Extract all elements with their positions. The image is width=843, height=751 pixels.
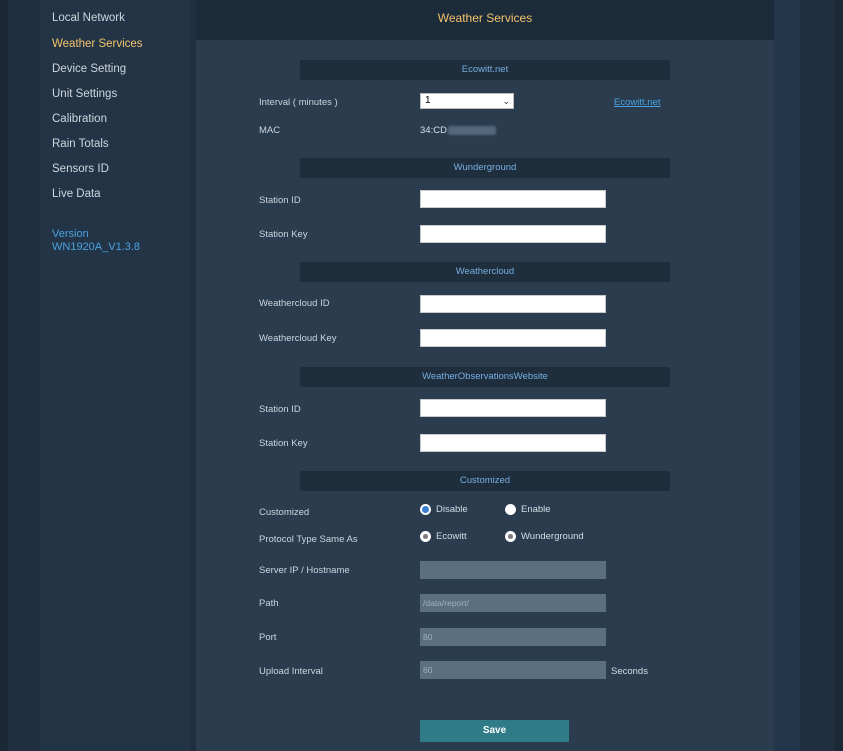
radio-disabled-icon bbox=[420, 531, 431, 542]
wow-station-id-label: Station ID bbox=[259, 404, 301, 415]
wc-key-input[interactable] bbox=[420, 329, 606, 347]
wu-station-key-input[interactable] bbox=[420, 225, 606, 243]
upload-interval-input[interactable]: 60 bbox=[420, 661, 606, 679]
protocol-label: Protocol Type Same As bbox=[259, 534, 358, 545]
sidebar-item-calibration[interactable]: Calibration bbox=[52, 113, 107, 125]
firmware-version: Version WN1920A_V1.3.8 bbox=[52, 228, 140, 254]
radio-disabled-icon bbox=[505, 531, 516, 542]
wow-station-key-label: Station Key bbox=[259, 438, 308, 449]
wunderground-label: Wunderground bbox=[521, 531, 584, 542]
sidebar-item-sensors-id[interactable]: Sensors ID bbox=[52, 163, 109, 175]
port-label: Port bbox=[259, 632, 277, 643]
section-wunderground-header: Wunderground bbox=[300, 158, 670, 178]
chevron-down-icon: ⌄ bbox=[502, 96, 510, 106]
mac-prefix: 34:CD bbox=[420, 125, 447, 136]
enable-label: Enable bbox=[521, 504, 551, 515]
upload-interval-label: Upload Interval bbox=[259, 666, 323, 677]
path-input[interactable]: /data/report/ bbox=[420, 594, 606, 612]
customized-disable-radio[interactable]: Disable bbox=[420, 504, 468, 515]
section-ecowitt-header: Ecowitt.net bbox=[300, 60, 670, 80]
sidebar-item-local-network[interactable]: Local Network bbox=[52, 12, 125, 24]
protocol-wunderground-radio[interactable]: Wunderground bbox=[505, 531, 584, 542]
page-title: Weather Services bbox=[437, 11, 533, 25]
customized-enable-radio[interactable]: Enable bbox=[505, 504, 551, 515]
disable-label: Disable bbox=[436, 504, 468, 515]
customized-label: Customized bbox=[259, 507, 310, 518]
radio-selected-icon bbox=[420, 504, 431, 515]
server-label: Server IP / Hostname bbox=[259, 565, 350, 576]
sidebar-item-unit-settings[interactable]: Unit Settings bbox=[52, 88, 117, 100]
wu-station-id-input[interactable] bbox=[420, 190, 606, 208]
wc-key-label: Weathercloud Key bbox=[259, 333, 337, 344]
section-weathercloud-header: Weathercloud bbox=[300, 262, 670, 282]
server-input[interactable] bbox=[420, 561, 606, 579]
wow-station-id-input[interactable] bbox=[420, 399, 606, 417]
mac-value: 34:CD bbox=[420, 125, 496, 136]
wc-id-input[interactable] bbox=[420, 295, 606, 313]
sidebar: Local Network Weather Services Device Se… bbox=[40, 0, 190, 751]
interval-select[interactable]: 1 ⌄ bbox=[420, 93, 514, 109]
right-gutter bbox=[774, 0, 800, 751]
version-label: Version bbox=[52, 228, 89, 240]
version-value: WN1920A_V1.3.8 bbox=[52, 241, 141, 253]
interval-label: Interval ( minutes ) bbox=[259, 97, 338, 108]
section-customized-header: Customized bbox=[300, 471, 670, 491]
wu-station-id-label: Station ID bbox=[259, 195, 301, 206]
wc-id-label: Weathercloud ID bbox=[259, 298, 330, 309]
interval-value: 1 bbox=[425, 95, 431, 106]
sidebar-item-weather-services[interactable]: Weather Services bbox=[52, 38, 143, 50]
protocol-ecowitt-radio[interactable]: Ecowitt bbox=[420, 531, 467, 542]
ecowitt-label: Ecowitt bbox=[436, 531, 467, 542]
wu-station-key-label: Station Key bbox=[259, 229, 308, 240]
ecowitt-link[interactable]: Ecowitt.net bbox=[614, 97, 660, 108]
sidebar-item-device-setting[interactable]: Device Setting bbox=[52, 63, 126, 75]
radio-unselected-icon bbox=[505, 504, 516, 515]
seconds-label: Seconds bbox=[611, 666, 648, 677]
wow-station-key-input[interactable] bbox=[420, 434, 606, 452]
mac-label: MAC bbox=[259, 125, 281, 136]
mac-redacted bbox=[447, 125, 496, 135]
path-label: Path bbox=[259, 598, 279, 609]
sidebar-item-rain-totals[interactable]: Rain Totals bbox=[52, 138, 109, 150]
section-wow-header: WeatherObservationsWebsite bbox=[300, 367, 670, 387]
sidebar-item-live-data[interactable]: Live Data bbox=[52, 188, 101, 200]
port-input[interactable]: 80 bbox=[420, 628, 606, 646]
save-button[interactable]: Save bbox=[420, 720, 569, 742]
